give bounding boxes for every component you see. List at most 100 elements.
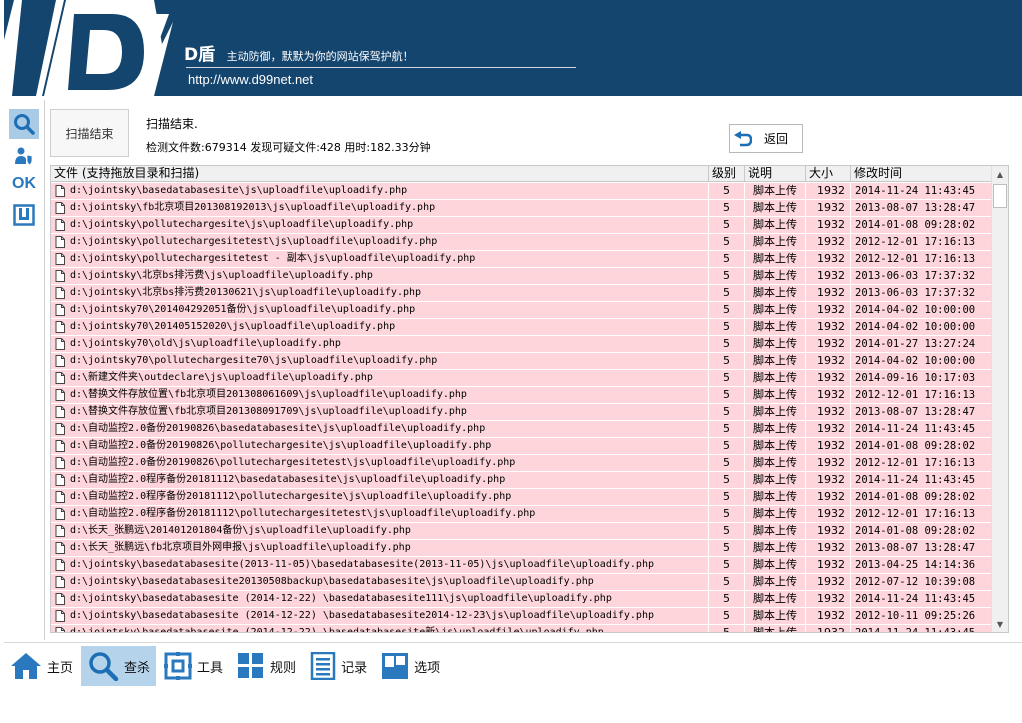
cell-level: 5 xyxy=(709,183,745,199)
table-row[interactable]: d:\jointsky\basedatabasesite(2013-11-05)… xyxy=(51,557,993,574)
file-icon xyxy=(55,610,65,622)
scan-end-button[interactable]: 扫描结束 xyxy=(50,109,129,157)
brand-name: D盾 xyxy=(184,45,216,65)
scroll-thumb[interactable] xyxy=(993,184,1007,208)
brand-url[interactable]: http://www.d99net.net xyxy=(188,72,313,87)
table-row[interactable]: d:\jointsky70\pollutechargesite70\js\upl… xyxy=(51,353,993,370)
cell-desc: 脚本上传 xyxy=(745,455,806,471)
cell-level: 5 xyxy=(709,251,745,267)
frame-icon xyxy=(13,204,35,226)
cell-file: d:\jointsky\basedatabasesite\js\uploadfi… xyxy=(51,183,709,199)
cell-level: 5 xyxy=(709,217,745,233)
nav-scan[interactable]: 查杀 xyxy=(81,646,157,686)
table-row[interactable]: d:\替换文件存放位置\fb北京项目201308091709\js\upload… xyxy=(51,404,993,421)
table-row[interactable]: d:\jointsky\basedatabasesite (2014-12-22… xyxy=(51,591,993,608)
cell-mtime: 2013-06-03 17:37:32 xyxy=(851,268,993,284)
nav-log[interactable]: 记录 xyxy=(304,646,373,686)
side-user-button[interactable] xyxy=(9,141,39,171)
table-row[interactable]: d:\jointsky\北京bs排污费\js\uploadfile\upload… xyxy=(51,268,993,285)
cell-file: d:\自动监控2.0程序备份20181112\pollutechargesite… xyxy=(51,489,709,505)
table-row[interactable]: d:\jointsky70\old\js\uploadfile\uploadif… xyxy=(51,336,993,353)
table-row[interactable]: d:\jointsky70\201405152020\js\uploadfile… xyxy=(51,319,993,336)
table-row[interactable]: d:\自动监控2.0程序备份20181112\pollutechargesite… xyxy=(51,506,993,523)
table-header: 文件 (支持拖放目录和扫描) 级别 说明 大小 修改时间 xyxy=(51,166,993,182)
table-row[interactable]: d:\jointsky\basedatabasesite\js\uploadfi… xyxy=(51,183,993,200)
table-row[interactable]: d:\jointsky\pollutechargesitetest\js\upl… xyxy=(51,234,993,251)
cell-level: 5 xyxy=(709,455,745,471)
nav-scan-label: 查杀 xyxy=(124,660,151,676)
nav-tools[interactable]: 工具 xyxy=(158,646,229,686)
vertical-scrollbar[interactable]: ▲ ▼ xyxy=(991,166,1008,632)
file-icon xyxy=(55,525,65,537)
table-row[interactable]: d:\jointsky\pollutechargesitetest - 副本\j… xyxy=(51,251,993,268)
nav-rules[interactable]: 规则 xyxy=(231,646,302,686)
header-desc[interactable]: 说明 xyxy=(745,166,806,182)
cell-size: 1932 xyxy=(806,506,851,522)
nav-home[interactable]: 主页 xyxy=(4,646,79,686)
cell-mtime: 2014-04-02 10:00:00 xyxy=(851,302,993,318)
table-row[interactable]: d:\长天_张鹏远\201401201804备份\js\uploadfile\u… xyxy=(51,523,993,540)
header-level[interactable]: 级别 xyxy=(709,166,745,182)
table-row[interactable]: d:\jointsky\fb北京项目201308192013\js\upload… xyxy=(51,200,993,217)
scroll-up-arrow-icon[interactable]: ▲ xyxy=(992,166,1008,182)
cell-mtime: 2013-04-25 14:14:36 xyxy=(851,557,993,573)
cell-desc: 脚本上传 xyxy=(745,302,806,318)
d-shield-logo-icon xyxy=(4,0,174,96)
header-file[interactable]: 文件 (支持拖放目录和扫描) xyxy=(51,166,709,182)
cell-mtime: 2014-01-08 09:28:02 xyxy=(851,523,993,539)
side-ok-button[interactable]: OK xyxy=(9,169,39,199)
table-row[interactable]: d:\jointsky\北京bs排污费20130621\js\uploadfil… xyxy=(51,285,993,302)
side-frame-button[interactable] xyxy=(9,200,39,230)
cell-file: d:\jointsky\北京bs排污费\js\uploadfile\upload… xyxy=(51,268,709,284)
cell-file-path: d:\自动监控2.0备份20190826\basedatabasesite\js… xyxy=(70,423,486,434)
table-row[interactable]: d:\自动监控2.0程序备份20181112\pollutechargesite… xyxy=(51,489,993,506)
table-row[interactable]: d:\自动监控2.0程序备份20181112\basedatabasesite\… xyxy=(51,472,993,489)
cell-size: 1932 xyxy=(806,319,851,335)
header-mtime[interactable]: 修改时间 xyxy=(851,166,993,182)
table-row[interactable]: d:\长天_张鹏远\fb北京项目外网申报\js\uploadfile\uploa… xyxy=(51,540,993,557)
options-icon xyxy=(382,653,409,679)
cell-mtime: 2012-12-01 17:16:13 xyxy=(851,506,993,522)
nav-options[interactable]: 选项 xyxy=(375,646,446,686)
file-icon xyxy=(55,474,65,486)
user-shield-icon xyxy=(15,147,33,166)
cell-level: 5 xyxy=(709,506,745,522)
cell-level: 5 xyxy=(709,404,745,420)
table-row[interactable]: d:\自动监控2.0备份20190826\pollutechargesitete… xyxy=(51,455,993,472)
table-row[interactable]: d:\jointsky\basedatabasesite (2014-12-22… xyxy=(51,608,993,625)
return-button[interactable]: 返回 xyxy=(729,124,803,153)
header-size[interactable]: 大小 xyxy=(806,166,851,182)
table-row[interactable]: d:\jointsky\basedatabasesite20130508back… xyxy=(51,574,993,591)
cell-file: d:\自动监控2.0备份20190826\basedatabasesite\js… xyxy=(51,421,709,437)
cell-file: d:\自动监控2.0备份20190826\pollutechargesite\j… xyxy=(51,438,709,454)
table-row[interactable]: d:\jointsky70\201404292051备份\js\uploadfi… xyxy=(51,302,993,319)
table-row[interactable]: d:\jointsky\pollutechargesite\js\uploadf… xyxy=(51,217,993,234)
cell-desc: 脚本上传 xyxy=(745,540,806,556)
cell-size: 1932 xyxy=(806,387,851,403)
brand-line: D盾 主动防御，默默为你的网站保驾护航！ xyxy=(184,40,414,65)
cell-size: 1932 xyxy=(806,472,851,488)
side-scan-button[interactable] xyxy=(9,109,39,139)
cell-file-path: d:\jointsky\basedatabasesite (2014-12-22… xyxy=(70,627,604,633)
cell-file-path: d:\jointsky\pollutechargesitetest - 副本\j… xyxy=(70,253,476,264)
cell-file: d:\jointsky70\201404292051备份\js\uploadfi… xyxy=(51,302,709,318)
scroll-down-arrow-icon[interactable]: ▼ xyxy=(992,616,1008,632)
cell-file-path: d:\自动监控2.0程序备份20181112\pollutechargesite… xyxy=(70,508,536,519)
table-row[interactable]: d:\jointsky\basedatabasesite (2014-12-22… xyxy=(51,625,993,633)
cell-file-path: d:\jointsky\北京bs排污费20130621\js\uploadfil… xyxy=(70,287,422,298)
table-row[interactable]: d:\新建文件夹\outdeclare\js\uploadfile\upload… xyxy=(51,370,993,387)
file-icon xyxy=(55,321,65,333)
cell-file: d:\jointsky\basedatabasesite (2014-12-22… xyxy=(51,591,709,607)
cell-level: 5 xyxy=(709,336,745,352)
cell-desc: 脚本上传 xyxy=(745,404,806,420)
table-row[interactable]: d:\替换文件存放位置\fb北京项目201308061609\js\upload… xyxy=(51,387,993,404)
cell-file-path: d:\jointsky\北京bs排污费\js\uploadfile\upload… xyxy=(70,270,373,281)
cell-desc: 脚本上传 xyxy=(745,591,806,607)
cell-desc: 脚本上传 xyxy=(745,625,806,632)
file-icon xyxy=(55,287,65,299)
cell-file-path: d:\自动监控2.0备份20190826\pollutechargesite\j… xyxy=(70,440,492,451)
cell-mtime: 2012-12-01 17:16:13 xyxy=(851,455,993,471)
table-row[interactable]: d:\自动监控2.0备份20190826\basedatabasesite\js… xyxy=(51,421,993,438)
table-row[interactable]: d:\自动监控2.0备份20190826\pollutechargesite\j… xyxy=(51,438,993,455)
cell-size: 1932 xyxy=(806,285,851,301)
